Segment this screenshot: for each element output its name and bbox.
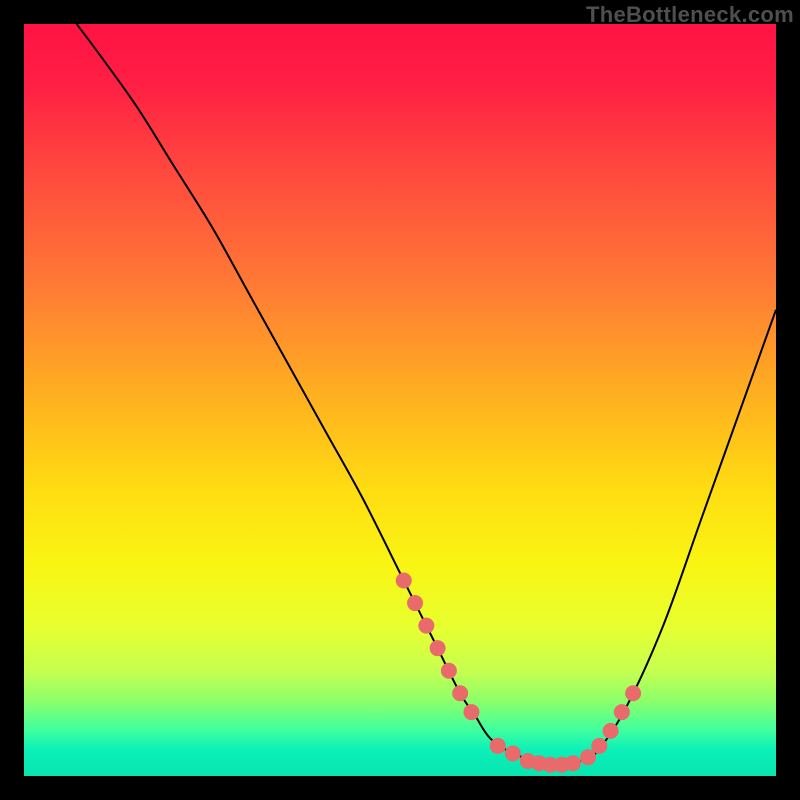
data-marker	[614, 704, 630, 720]
chart-stage: TheBottleneck.com	[0, 0, 800, 800]
data-marker	[591, 738, 607, 754]
data-marker	[505, 745, 521, 761]
data-marker	[580, 749, 596, 765]
data-marker	[396, 572, 412, 588]
chart-svg	[0, 0, 800, 800]
data-marker	[490, 738, 506, 754]
plot-background	[24, 24, 776, 776]
data-marker	[625, 685, 641, 701]
data-marker	[463, 704, 479, 720]
data-marker	[565, 755, 581, 771]
data-marker	[441, 663, 457, 679]
data-marker	[418, 618, 434, 634]
data-marker	[407, 595, 423, 611]
data-marker	[430, 640, 446, 656]
data-marker	[452, 685, 468, 701]
data-marker	[603, 723, 619, 739]
